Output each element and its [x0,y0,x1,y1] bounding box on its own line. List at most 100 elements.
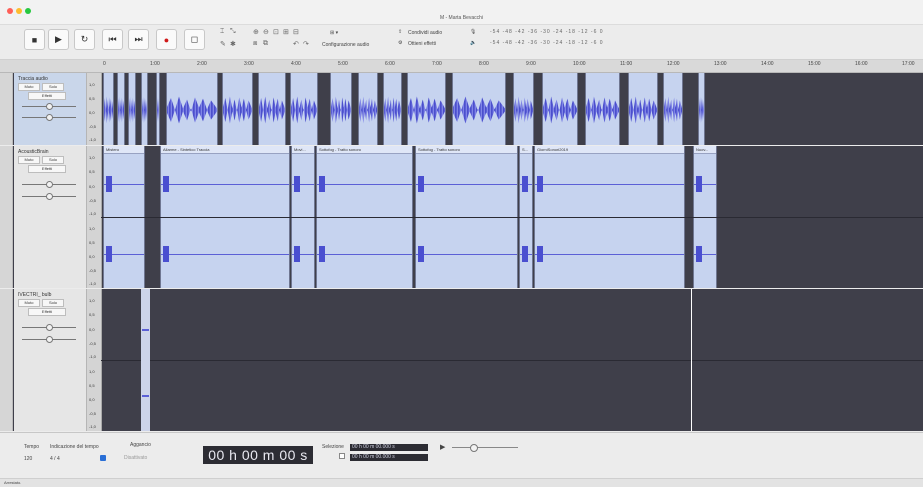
track-2-mute-button[interactable]: Muto [18,156,40,164]
zoom-out-icon[interactable]: ⊖ [263,28,269,36]
clip-title[interactable]: Mistero [104,146,144,154]
track-1-clip[interactable] [128,73,136,145]
track-1-clip[interactable] [117,73,125,145]
track-1-clip[interactable] [166,73,218,145]
select-tool-icon[interactable]: ⌶ [220,28,224,36]
audio-setup-label[interactable]: Configurazione audio [322,42,369,48]
zoom-toggle-icon[interactable]: ⊟ [293,28,299,36]
audio-setup-icon[interactable]: ⊞ ▾ [330,30,338,36]
track-1-effects-button[interactable]: Effetti [28,92,66,100]
clip-title[interactable]: Sottofog - Tratto sonoro [317,146,412,154]
loop-button[interactable]: ↻ [74,29,95,50]
play-at-speed-icon[interactable]: ▶ [440,443,445,451]
snap-dropdown[interactable]: Disattivato [124,455,147,461]
track-3-effects-button[interactable]: Effetti [28,308,66,316]
time-signature-field[interactable]: 4 / 4 [50,456,60,462]
clip-title[interactable]: S... [520,146,532,154]
clip-title[interactable]: Allarme - Sintetico Traccia [161,146,289,154]
zoom-window-button[interactable] [25,8,31,14]
selection-start-field[interactable]: 00 h 00 m 00.000 s [350,444,428,451]
track-1-clip[interactable] [258,73,286,145]
track-1-gain-knob[interactable] [46,103,53,110]
record-meter[interactable]: -54 -48 -42 -36 -30 -24 -18 -12 -6 0 [490,29,604,35]
share-audio-button[interactable]: Condividi audio [408,30,442,36]
track-1-clip[interactable] [383,73,402,145]
skip-end-button[interactable]: ⏭ [128,29,149,50]
time-display[interactable]: 00 h 00 m 00 s [203,446,313,464]
track-1-clip[interactable] [407,73,446,145]
fit-selection-icon[interactable]: ⊡ [273,28,279,36]
silence-icon[interactable]: ⧉ [263,40,268,48]
track-2-name[interactable]: AcousticBrain [18,149,49,155]
track-3-drag-handle[interactable] [0,289,13,431]
track-1-drag-handle[interactable] [0,73,13,145]
draw-tool-icon[interactable]: ✎ [220,40,226,48]
clip-title[interactable]: Movi... [292,146,314,154]
track-1-pan-knob[interactable] [46,114,53,121]
snap-checkbox[interactable] [100,455,106,461]
track-1-clip[interactable] [156,73,160,145]
track-1-clip[interactable] [222,73,253,145]
punch-button[interactable]: ◻ [184,29,205,50]
timeline-ruler[interactable]: 0 1:00 2:00 3:00 4:00 5:00 6:00 7:00 8:00 9:00 10:… [0,60,923,73]
selection-mode-icon[interactable] [339,453,345,459]
trim-icon[interactable]: ⧈ [253,40,257,48]
envelope-tool-icon[interactable]: ⤡ [230,28,236,36]
close-window-button[interactable] [7,8,13,14]
selection-end-field[interactable]: 00 h 00 m 00.000 s [350,454,428,461]
track-1-clip[interactable] [358,73,378,145]
zoom-in-icon[interactable]: ⊕ [253,28,259,36]
track-1-clip[interactable] [103,73,114,145]
track-2-solo-button[interactable]: Solo [42,156,64,164]
track-3-name[interactable]: IVECTRI_ bulb [18,292,51,298]
track-2-control-panel[interactable]: AcousticBrain Muto Solo Effetti [14,146,87,288]
playback-meter-icon[interactable]: 🔈 [470,40,476,46]
track-1-control-panel[interactable]: Traccia audio Muto Solo Effetti [14,73,87,145]
track-1-clip[interactable] [513,73,534,145]
track-1-clip[interactable] [585,73,620,145]
clip-title[interactable]: Nuov... [694,146,716,154]
tempo-field[interactable]: 120 [24,456,32,462]
track-3-mute-button[interactable]: Muto [18,299,40,307]
track-2-effects-button[interactable]: Effetti [28,165,66,173]
track-1-name[interactable]: Traccia audio [18,76,48,82]
record-button[interactable]: ● [156,29,177,50]
track-1-mute-button[interactable]: Muto [18,83,40,91]
undo-icon[interactable]: ↶ [293,40,299,48]
playback-speed-slider[interactable] [452,447,518,448]
track-3-pan-knob[interactable] [46,336,53,343]
track-1-clip[interactable] [628,73,658,145]
minimize-window-button[interactable] [16,8,22,14]
fit-project-icon[interactable]: ⊞ [283,28,289,36]
scale-label: 1,0 [89,369,95,374]
track-2-gain-knob[interactable] [46,181,53,188]
multi-tool-icon[interactable]: ✱ [230,40,236,48]
track-2-pan-knob[interactable] [46,193,53,200]
track-1-clip[interactable] [141,73,148,145]
track-1-clip[interactable] [663,73,683,145]
record-meter-icon[interactable]: 🎙 [470,29,476,35]
track-1-clip[interactable] [290,73,318,145]
track-1-clip[interactable] [698,73,705,145]
track-3-control-panel[interactable]: IVECTRI_ bulb Muto Solo Effetti [14,289,87,431]
play-button[interactable]: ▶ [48,29,69,50]
track-1-solo-button[interactable]: Solo [42,83,64,91]
get-effects-button[interactable]: Ottieni effetti [408,41,436,47]
clip-title[interactable]: GiorniSonori2019 [535,146,684,154]
playback-meter[interactable]: -54 -48 -42 -36 -30 -24 -18 -12 -6 0 [490,40,604,46]
redo-icon[interactable]: ↷ [303,40,309,48]
stop-button[interactable]: ■ [24,29,45,50]
skip-start-button[interactable]: ⏮ [102,29,123,50]
track-3-gain-knob[interactable] [46,324,53,331]
scale-label: 0,0 [89,327,95,332]
track-1-clip[interactable] [330,73,352,145]
clip-title[interactable]: Sottofog - Tratto sonoro [416,146,517,154]
track-3-clip[interactable] [141,289,150,431]
playback-speed-knob[interactable] [470,444,478,452]
track-3-solo-button[interactable]: Solo [42,299,64,307]
track-1-clip[interactable] [452,73,506,145]
waveform-burst [163,246,169,262]
track-1-clip[interactable] [542,73,578,145]
waveform-burst [163,176,169,192]
track-2-drag-handle[interactable] [0,146,13,288]
